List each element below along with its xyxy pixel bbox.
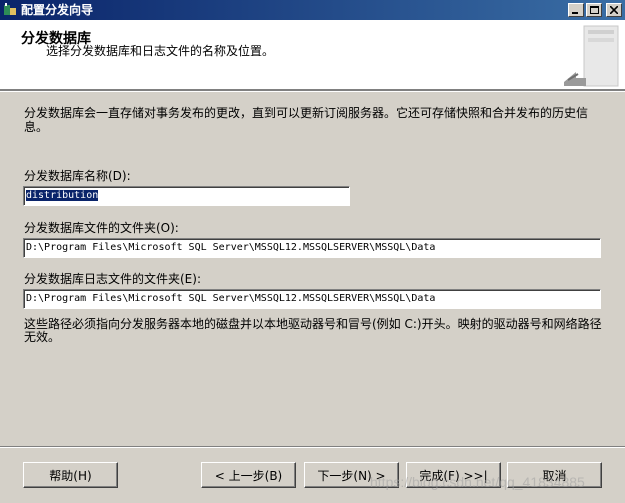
server-graphic-icon: [564, 25, 619, 87]
back-button[interactable]: < 上一步(B): [201, 462, 296, 488]
header-separator: [0, 90, 625, 92]
data-folder-input[interactable]: D:\Program Files\Microsoft SQL Server\MS…: [23, 238, 601, 258]
db-name-value: distribution: [26, 190, 99, 201]
help-button[interactable]: 帮助(H): [23, 462, 118, 488]
close-button[interactable]: [606, 3, 622, 17]
path-note-text: 这些路径必须指向分发服务器本地的磁盘并以本地驱动器号和冒号(例如 C:)开头。映…: [24, 317, 602, 344]
log-folder-label: 分发数据库日志文件的文件夹(E):: [24, 272, 201, 286]
footer-separator: [0, 446, 625, 448]
close-icon: [610, 6, 618, 14]
data-folder-label: 分发数据库文件的文件夹(O):: [24, 221, 179, 235]
db-name-label: 分发数据库名称(D):: [24, 169, 131, 183]
log-folder-input[interactable]: D:\Program Files\Microsoft SQL Server\MS…: [23, 289, 601, 309]
log-folder-value: D:\Program Files\Microsoft SQL Server\MS…: [26, 293, 436, 304]
data-folder-value: D:\Program Files\Microsoft SQL Server\MS…: [26, 242, 436, 253]
maximize-icon: [589, 6, 599, 14]
minimize-button[interactable]: [568, 3, 584, 17]
db-name-input[interactable]: distribution: [23, 186, 350, 206]
wizard-app-icon: [3, 3, 17, 17]
minimize-icon: [572, 12, 578, 14]
page-subtitle: 选择分发数据库和日志文件的名称及位置。: [46, 44, 275, 58]
title-bar: 配置分发向导: [0, 0, 625, 20]
wizard-header: 分发数据库 选择分发数据库和日志文件的名称及位置。: [0, 20, 625, 90]
description-text: 分发数据库会一直存储对事务发布的更改，直到可以更新订阅服务器。它还可存储快照和合…: [24, 106, 589, 134]
maximize-button[interactable]: [586, 3, 602, 17]
window-title: 配置分发向导: [21, 3, 94, 17]
watermark-text: https://blog.csdn.net/qq_41834885: [370, 474, 585, 490]
